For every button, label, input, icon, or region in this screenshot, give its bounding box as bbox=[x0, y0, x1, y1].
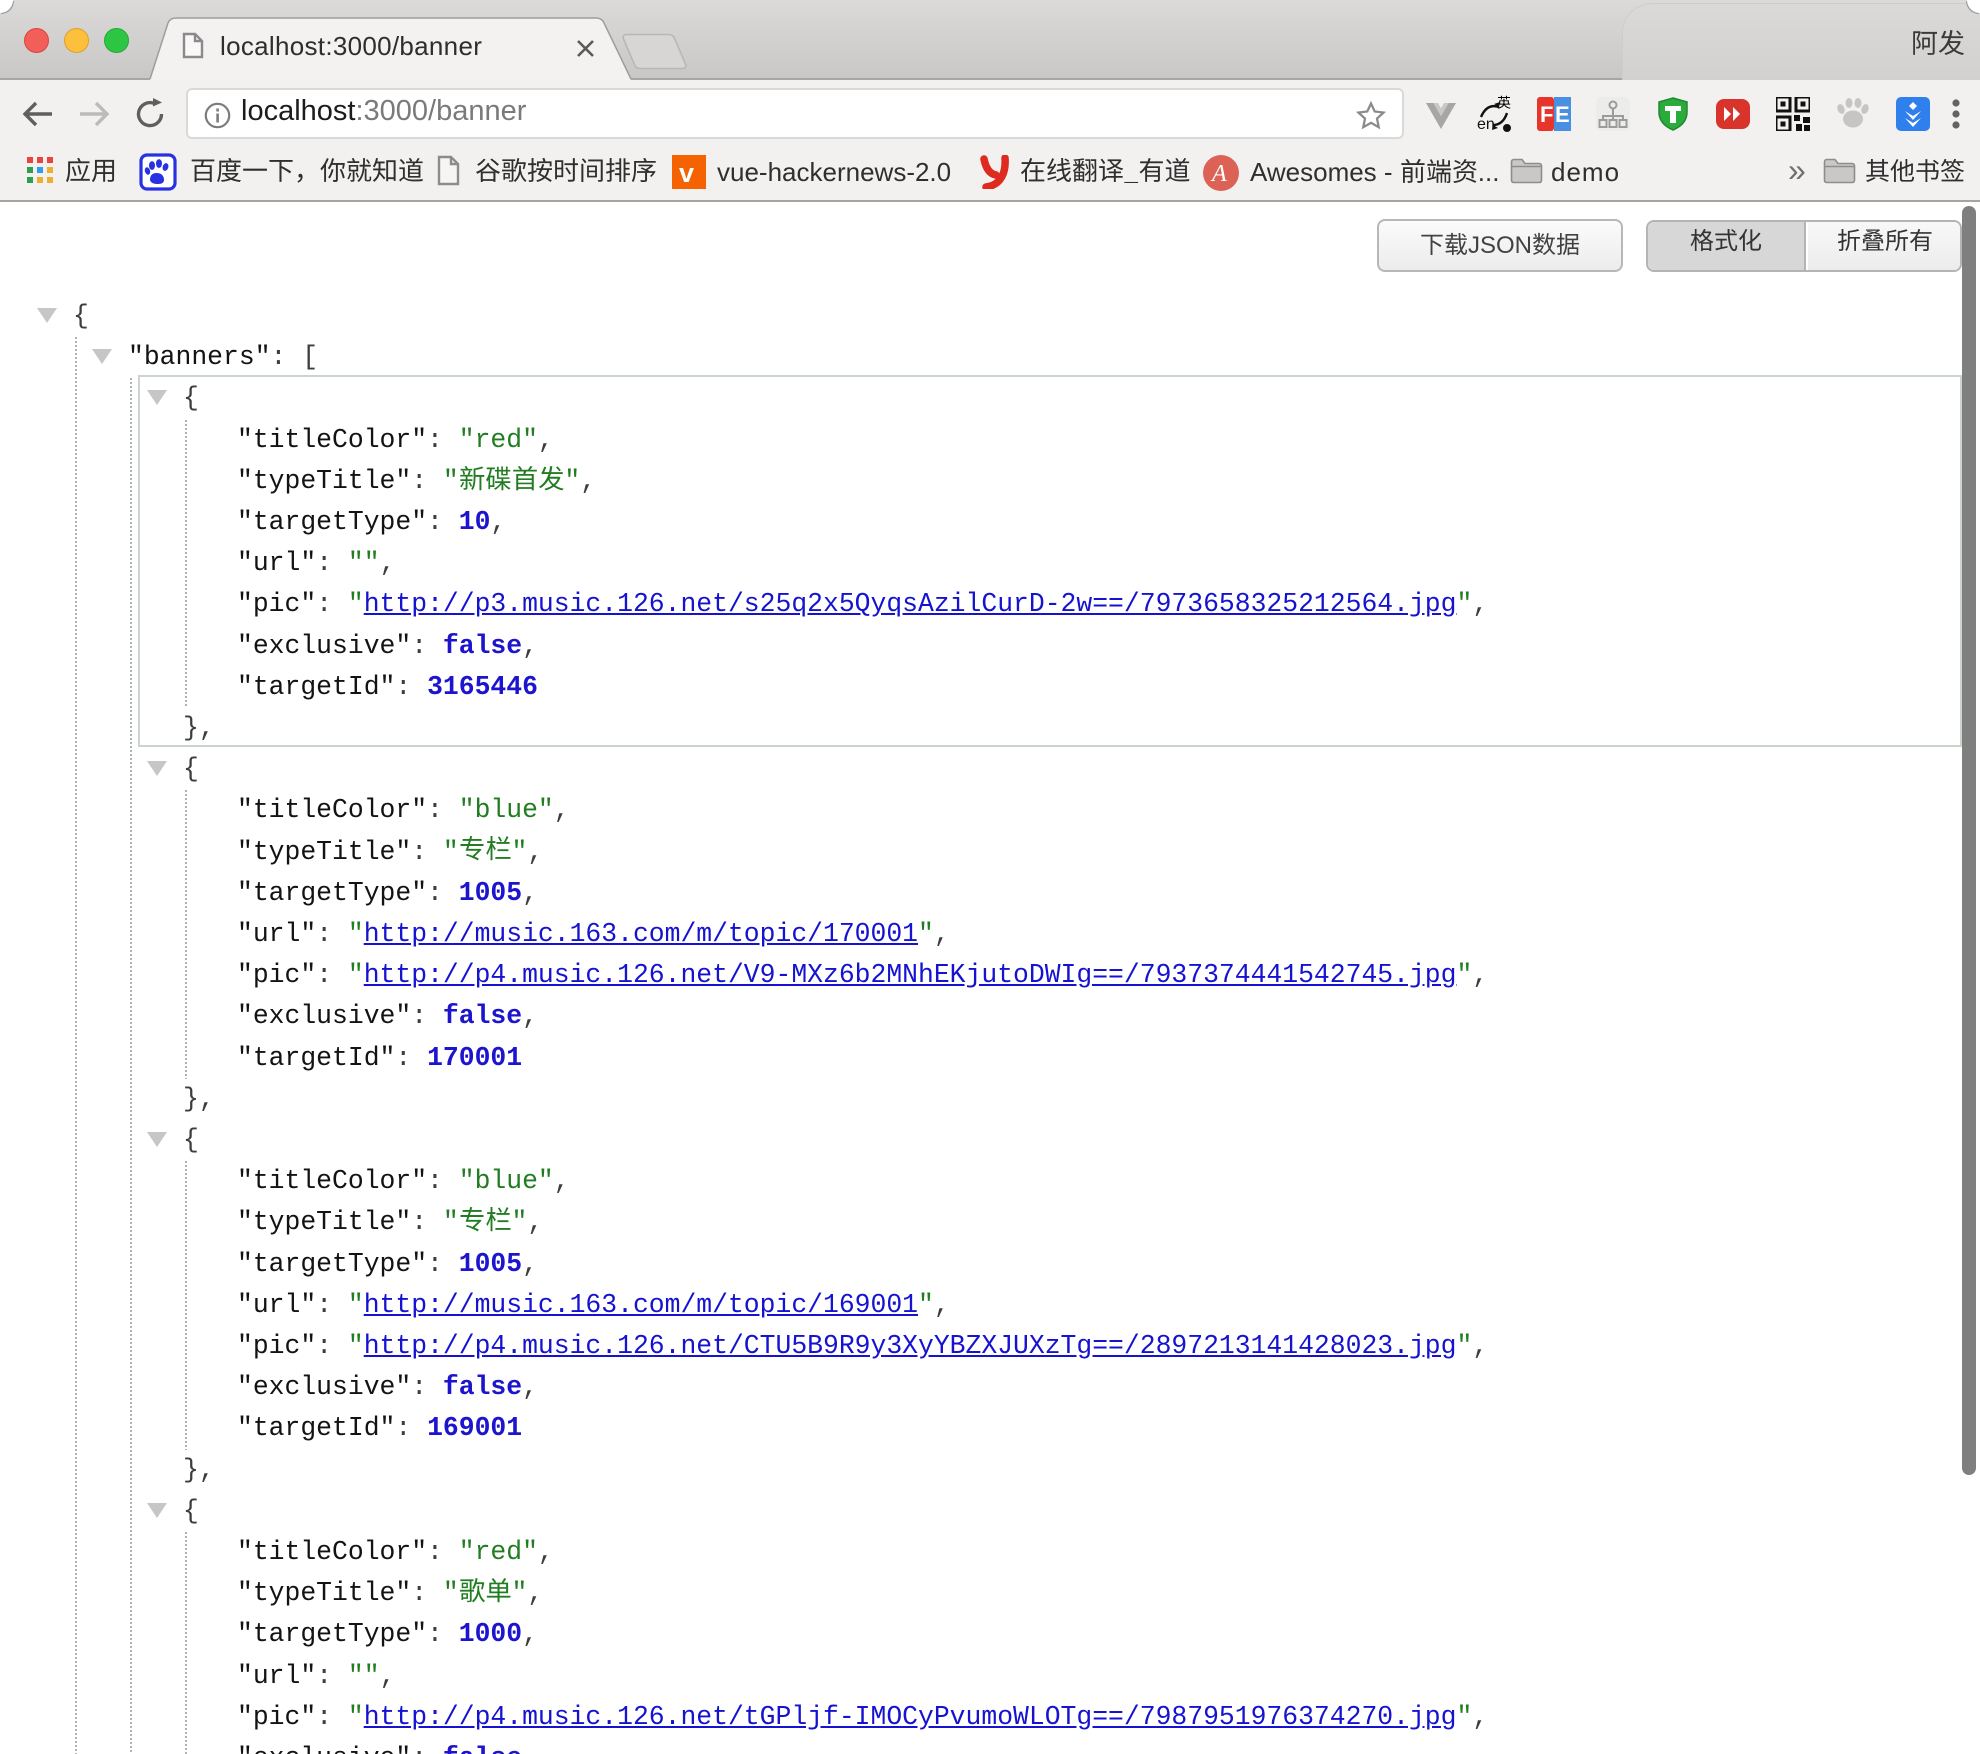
svg-text:E: E bbox=[1555, 102, 1570, 127]
svg-text:F: F bbox=[1540, 102, 1553, 127]
svg-text:A: A bbox=[1210, 161, 1227, 187]
svg-text:en: en bbox=[1477, 116, 1495, 133]
svg-text:v: v bbox=[679, 158, 694, 188]
